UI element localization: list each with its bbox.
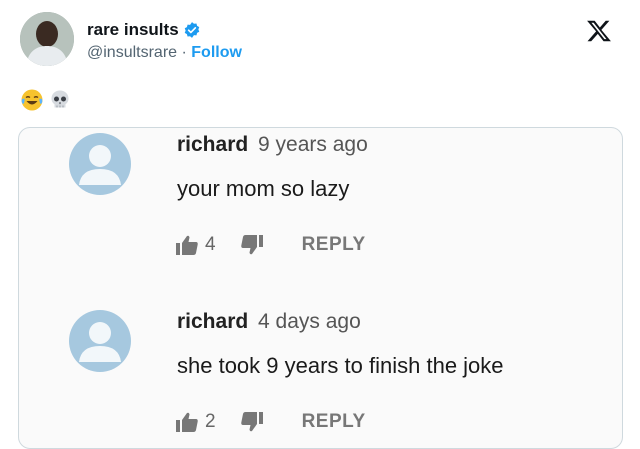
meta-separator: · bbox=[181, 44, 187, 61]
verified-badge-icon bbox=[184, 22, 199, 38]
comment-text: she took 9 years to finish the joke bbox=[177, 353, 504, 378]
author-name[interactable]: rare insults bbox=[87, 20, 179, 40]
comment-header: richard 9 years ago bbox=[177, 133, 368, 157]
comment-author[interactable]: richard bbox=[177, 133, 248, 156]
thumbs-down-icon[interactable] bbox=[238, 411, 264, 433]
thumbs-up-icon[interactable] bbox=[175, 411, 201, 433]
reply-button[interactable]: REPLY bbox=[302, 411, 366, 433]
comment-item: richard 4 days ago she took 9 years to f… bbox=[19, 305, 622, 448]
reply-button[interactable]: REPLY bbox=[302, 234, 366, 256]
comment-actions: 4 REPLY bbox=[175, 232, 366, 258]
comment-time[interactable]: 4 days ago bbox=[258, 310, 361, 333]
author-handle[interactable]: @insultsrare bbox=[87, 44, 177, 61]
comment-time[interactable]: 9 years ago bbox=[258, 133, 368, 156]
face-with-tears-of-joy-icon bbox=[21, 89, 43, 111]
comment-header: richard 4 days ago bbox=[177, 310, 361, 334]
thumbs-up-icon[interactable] bbox=[175, 234, 201, 256]
comment-text: your mom so lazy bbox=[177, 176, 350, 201]
author-name-row[interactable]: rare insults bbox=[87, 20, 201, 40]
like-count: 4 bbox=[205, 234, 216, 255]
like-count: 2 bbox=[205, 411, 216, 432]
comment-author[interactable]: richard bbox=[177, 310, 248, 333]
emoji-row bbox=[20, 88, 72, 112]
thumbs-down-icon[interactable] bbox=[238, 234, 264, 256]
embedded-screenshot[interactable]: richard 9 years ago your mom so lazy 4 R… bbox=[18, 127, 623, 449]
author-avatar[interactable] bbox=[20, 12, 74, 66]
comment-avatar[interactable] bbox=[69, 310, 131, 372]
comment-actions: 2 REPLY bbox=[175, 409, 366, 435]
x-logo-icon[interactable] bbox=[586, 18, 612, 44]
author-meta: @insultsrare · Follow bbox=[87, 44, 242, 62]
comment-avatar[interactable] bbox=[69, 133, 131, 195]
skull-icon bbox=[51, 90, 69, 108]
follow-button[interactable]: Follow bbox=[191, 44, 242, 61]
post-header: rare insults @insultsrare · Follow bbox=[0, 0, 640, 80]
comment-item: richard 9 years ago your mom so lazy 4 R… bbox=[19, 128, 622, 278]
